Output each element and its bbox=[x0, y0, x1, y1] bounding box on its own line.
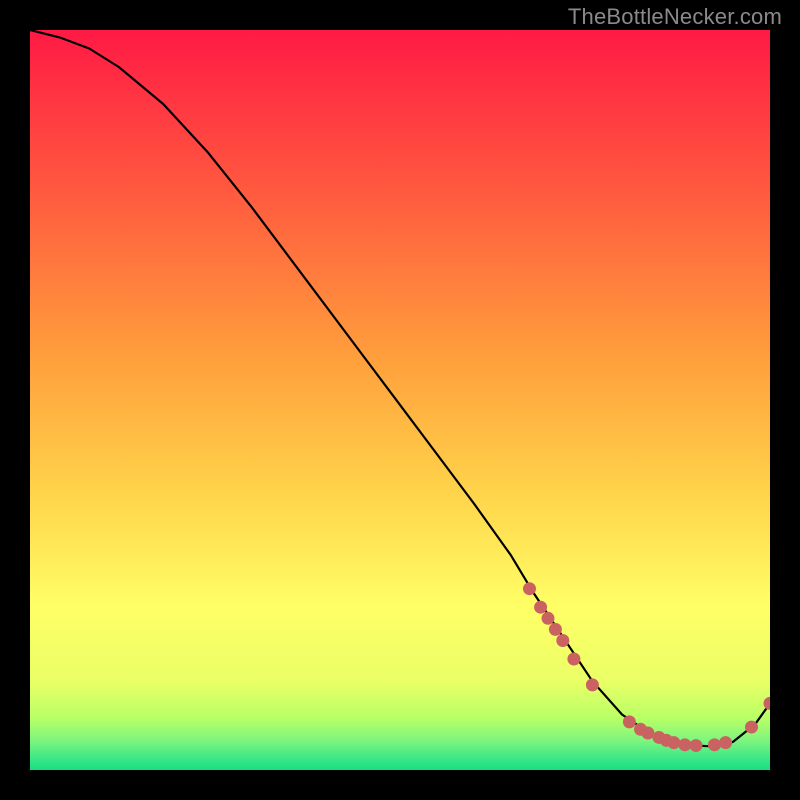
data-point-marker bbox=[720, 737, 732, 749]
chart-svg bbox=[30, 30, 770, 770]
chart-stage: TheBottleNecker.com bbox=[0, 0, 800, 800]
data-point-marker bbox=[679, 739, 691, 751]
plot-area bbox=[30, 30, 770, 770]
data-point-marker bbox=[690, 740, 702, 752]
data-point-marker bbox=[642, 727, 654, 739]
data-point-marker bbox=[568, 653, 580, 665]
data-point-marker bbox=[709, 739, 721, 751]
heatmap-background bbox=[30, 30, 770, 770]
data-point-marker bbox=[586, 679, 598, 691]
attribution-label: TheBottleNecker.com bbox=[568, 4, 782, 30]
data-point-marker bbox=[746, 721, 758, 733]
data-point-marker bbox=[542, 612, 554, 624]
data-point-marker bbox=[549, 623, 561, 635]
data-point-marker bbox=[668, 737, 680, 749]
data-point-marker bbox=[623, 716, 635, 728]
data-point-marker bbox=[524, 583, 536, 595]
data-point-marker bbox=[535, 601, 547, 613]
data-point-marker bbox=[557, 635, 569, 647]
